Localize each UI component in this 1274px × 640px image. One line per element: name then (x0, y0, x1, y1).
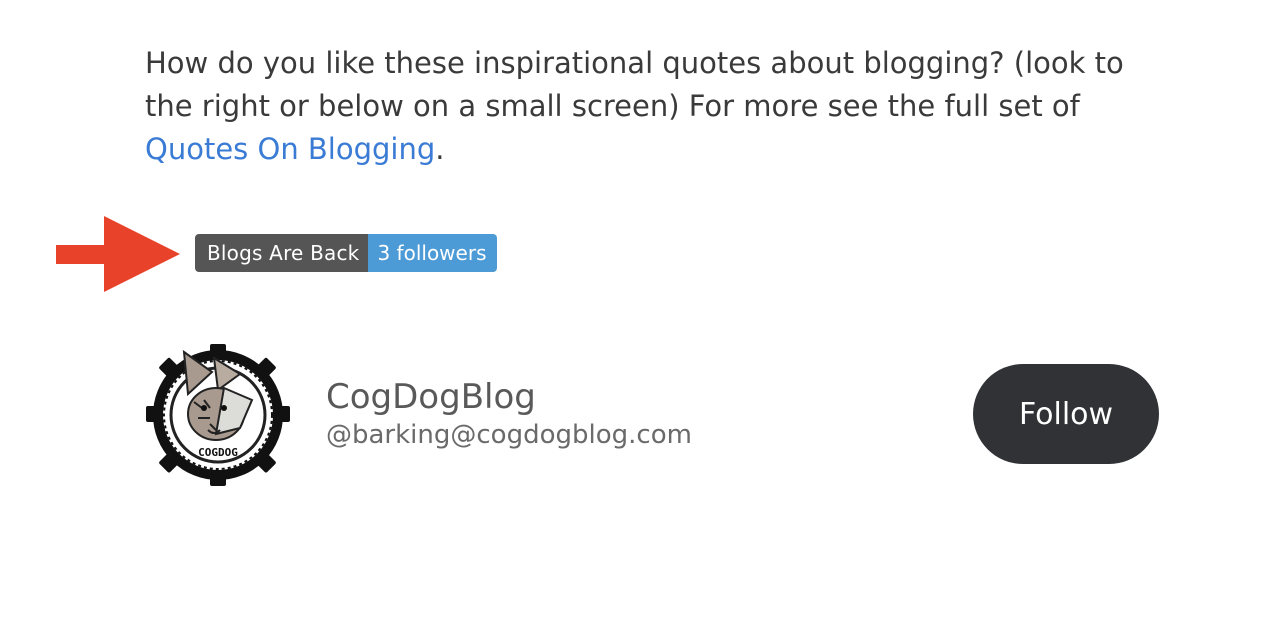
arrow-right-icon (56, 216, 180, 292)
avatar-lettering: COGDOG (198, 446, 238, 459)
follow-button[interactable]: Follow (973, 364, 1159, 464)
avatar: COGDOG (146, 344, 290, 486)
profile-handle: @barking@cogdogblog.com (326, 420, 692, 450)
intro-text: How do you like these inspirational quot… (145, 46, 1124, 123)
badge-follower-count: 3 followers (368, 234, 498, 272)
badge-blog-name: Blogs Are Back (195, 234, 369, 272)
profile-name: CogDogBlog (326, 377, 536, 417)
intro-paragraph: How do you like these inspirational quot… (145, 42, 1155, 171)
quotes-on-blogging-link[interactable]: Quotes On Blogging (145, 132, 435, 166)
intro-trailing-period: . (435, 132, 445, 166)
follower-badge[interactable]: Blogs Are Back 3 followers (195, 234, 498, 272)
